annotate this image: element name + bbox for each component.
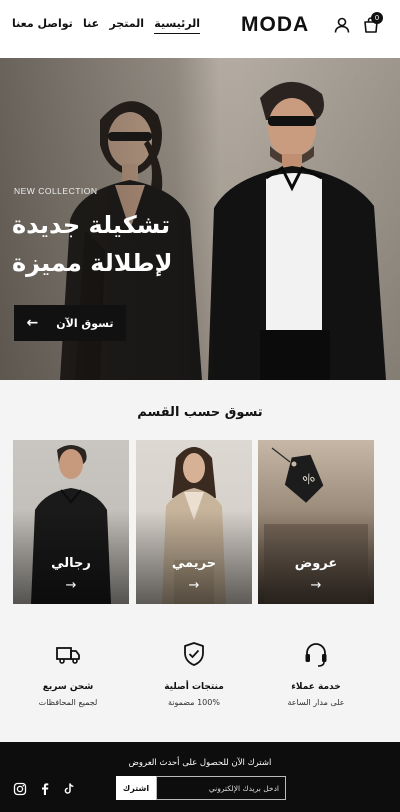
feature-subtitle: 100% مضمونة: [168, 698, 220, 707]
feature-subtitle: على مدار الساعة: [287, 698, 345, 707]
user-icon[interactable]: [333, 16, 351, 34]
newsletter-footer: اشترك الآن للحصول على أحدث العروض اشترك: [0, 742, 400, 812]
feature-fast-shipping: شحن سريع لجميع المحافظات: [8, 640, 128, 707]
feature-subtitle: لجميع المحافظات: [38, 698, 98, 707]
category-offers-label: عروض: [294, 556, 338, 571]
hero-title: تشكيلة جديدة لإطلالة مميزة: [12, 211, 173, 277]
newsletter-cta: اشترك الآن للحصول على أحدث العروض: [128, 758, 272, 768]
features-strip: شحن سريع لجميع المحافظات منتجات أصلية 10…: [0, 640, 400, 730]
brand-logo[interactable]: MODA: [241, 13, 309, 37]
hero-banner: NEW COLLECTION تشكيلة جديدة لإطلالة مميز…: [0, 58, 400, 380]
feature-customer-service: خدمة عملاء على مدار الساعة: [256, 640, 376, 707]
hero-model-man-image: [208, 81, 386, 380]
category-card-offers[interactable]: % عروض →: [258, 440, 374, 604]
nav-contact[interactable]: تواصل معنا: [12, 17, 73, 34]
category-grid: رجالي → حريمي → % عروض →: [13, 440, 374, 604]
newsletter-form: اشترك: [116, 776, 286, 800]
arrow-right-icon: →: [188, 578, 200, 593]
feature-title: منتجات أصلية: [164, 682, 224, 692]
nav-shop[interactable]: المتجر: [109, 17, 144, 34]
categories-title: تسوق حسب القسم: [137, 405, 263, 420]
category-card-men[interactable]: رجالي →: [13, 440, 129, 604]
shop-now-button[interactable]: ← تسوق الآن: [14, 305, 126, 341]
instagram-icon[interactable]: [13, 782, 27, 796]
feature-title: شحن سريع: [42, 682, 94, 692]
category-women-label: حريمي: [171, 556, 217, 571]
feature-original-products: منتجات أصلية 100% مضمونة: [134, 640, 254, 707]
facebook-icon[interactable]: [38, 782, 52, 796]
tiktok-icon[interactable]: [62, 782, 76, 796]
truck-icon: [56, 647, 80, 664]
category-men-label: رجالي: [51, 556, 91, 571]
nav-about[interactable]: عنا: [83, 17, 99, 34]
site-header: 0 MODA الرئيسية المتجر عنا تواصل معنا: [0, 0, 400, 58]
arrow-right-icon: →: [65, 578, 77, 593]
arrow-right-icon: →: [310, 578, 322, 593]
hero-eyebrow: NEW COLLECTION: [14, 186, 98, 196]
headset-icon: [305, 643, 327, 667]
main-nav: الرئيسية المتجر عنا تواصل معنا: [12, 17, 200, 34]
shield-check-icon: [184, 642, 204, 666]
arrow-left-icon: ←: [26, 315, 39, 331]
feature-title: خدمة عملاء: [291, 682, 341, 692]
nav-home[interactable]: الرئيسية: [154, 17, 200, 34]
email-input[interactable]: [156, 776, 286, 800]
subscribe-button[interactable]: اشترك: [116, 776, 156, 800]
category-card-women[interactable]: حريمي →: [136, 440, 252, 604]
cart-count-badge: 0: [371, 12, 383, 24]
